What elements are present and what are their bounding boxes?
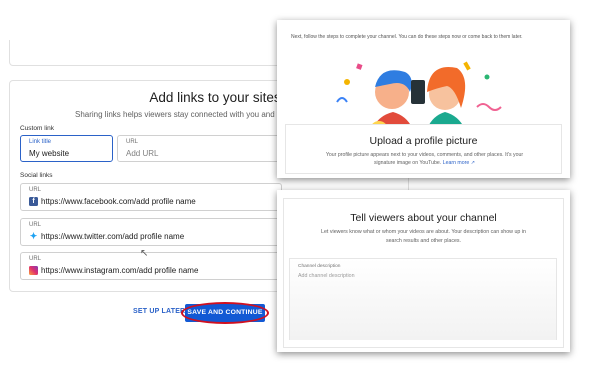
facebook-url-field[interactable]: URL f https://www.facebook.com/add profi… [20,183,282,211]
channel-description-title: Tell viewers about your channel [350,212,497,224]
channel-description-panel: Tell viewers about your channel Let view… [277,190,570,352]
upload-profile-title: Upload a profile picture [369,135,478,147]
custom-url-label: URL [126,139,139,145]
channel-description-placeholder: Add channel description [298,273,355,279]
links-section-title: Add links to your sites [149,90,281,105]
custom-link-label: Custom link [20,125,54,132]
mouse-cursor-icon: ↖ [140,248,149,259]
instagram-icon [29,266,38,275]
upload-profile-desc: Your profile picture appears next to you… [316,151,533,167]
custom-url-placeholder: Add URL [126,149,159,158]
facebook-url-label: URL [29,187,42,193]
instagram-url-label: URL [29,256,42,262]
channel-description-textarea[interactable]: Channel description Add channel descript… [289,258,557,340]
custom-url-field[interactable]: URL Add URL [117,135,282,162]
link-title-field[interactable]: Link title My website [20,135,113,162]
instagram-url-field[interactable]: URL https://www.instagram.com/add profil… [20,252,282,280]
learn-more-link[interactable]: Learn more ↗ [443,160,475,166]
instagram-url-value: https://www.instagram.com/add profile na… [41,266,199,275]
link-title-value: My website [29,149,70,158]
twitter-url-value: https://www.twitter.com/add profile name [41,232,185,241]
upload-profile-desc-text: Your profile picture appears next to you… [325,152,524,166]
channel-description-label: Channel description [298,264,341,269]
external-link-icon: ↗ [470,160,476,166]
profile-panel-intro: Next, follow the steps to complete your … [291,34,523,40]
links-section-subtitle: Sharing links helps viewers stay connect… [75,110,301,119]
twitter-url-label: URL [29,222,42,228]
upload-profile-card: Upload a profile picture Your profile pi… [285,124,562,174]
facebook-icon: f [29,197,38,206]
channel-description-desc: Let viewers know what or whom your video… [321,229,526,244]
save-button-highlight-ring [181,302,269,324]
twitter-url-field[interactable]: URL ✦ https://www.twitter.com/add profil… [20,218,282,246]
link-title-label: Link title [29,139,52,145]
twitter-icon: ✦ [29,231,38,241]
facebook-url-value: https://www.facebook.com/add profile nam… [41,197,196,206]
set-up-later-button[interactable]: SET UP LATER [133,308,185,315]
profile-picture-panel: Next, follow the steps to complete your … [277,20,570,178]
social-links-label: Social links [20,172,53,179]
